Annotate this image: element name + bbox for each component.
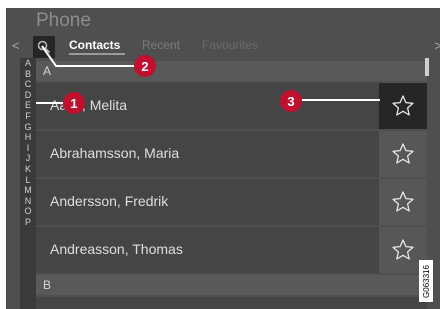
contact-name: Andreasson, Thomas (50, 241, 183, 257)
index-letter[interactable]: J (26, 153, 31, 164)
index-letter[interactable]: F (25, 111, 31, 122)
index-letter[interactable]: G (24, 122, 31, 133)
nav-back-arrow[interactable]: < (12, 38, 20, 53)
index-letter[interactable]: E (25, 100, 31, 111)
contact-row[interactable]: Andreasson, Thomas (36, 227, 427, 273)
callout-marker-3: 3 (280, 90, 302, 112)
image-reference-label: G063316 (419, 260, 433, 302)
section-header: B (36, 275, 427, 295)
index-letter[interactable]: H (25, 132, 32, 143)
star-outline-icon (392, 143, 414, 164)
callout-marker-1: 1 (63, 92, 85, 114)
alphabet-index[interactable]: A B C D E F G H I J K L M N O P (20, 58, 36, 309)
callout-marker-2: 2 (134, 55, 156, 77)
index-letter[interactable]: I (27, 143, 30, 154)
index-letter[interactable]: C (25, 79, 32, 90)
contact-name: Abrahamsson, Maria (50, 145, 180, 161)
index-letter[interactable]: O (24, 206, 31, 217)
tab-favourites[interactable]: Favourites (202, 38, 258, 52)
scrollbar[interactable] (425, 58, 429, 76)
index-letter[interactable]: K (25, 164, 31, 175)
star-outline-icon (392, 191, 414, 212)
contact-row[interactable]: Andersson, Fredrik (36, 179, 427, 225)
index-letter[interactable]: N (25, 196, 32, 207)
callout-line-2 (41, 45, 144, 67)
nav-forward-arrow[interactable]: > (434, 38, 440, 53)
favourite-button[interactable] (379, 131, 427, 177)
index-letter[interactable]: B (25, 69, 31, 80)
contact-row[interactable]: Aalto, Melita (36, 83, 427, 129)
index-letter[interactable]: P (25, 217, 31, 228)
app-title: Phone (36, 10, 91, 31)
contact-row-partial[interactable] (36, 297, 427, 309)
index-letter[interactable]: A (25, 58, 31, 69)
star-outline-icon (392, 239, 414, 260)
contact-name: Andersson, Fredrik (50, 193, 169, 209)
index-letter[interactable]: M (24, 185, 32, 196)
favourite-button[interactable] (379, 179, 427, 225)
favourite-button[interactable] (379, 83, 427, 129)
index-letter[interactable]: L (25, 175, 30, 186)
contact-row[interactable]: Abrahamsson, Maria (36, 131, 427, 177)
star-outline-icon (392, 95, 414, 116)
callout-line-3 (298, 99, 380, 101)
contact-name: Aalto, Melita (50, 97, 128, 113)
index-letter[interactable]: D (25, 90, 32, 101)
phone-screen: Phone < > Contacts Recent Favourites A B… (6, 8, 440, 309)
